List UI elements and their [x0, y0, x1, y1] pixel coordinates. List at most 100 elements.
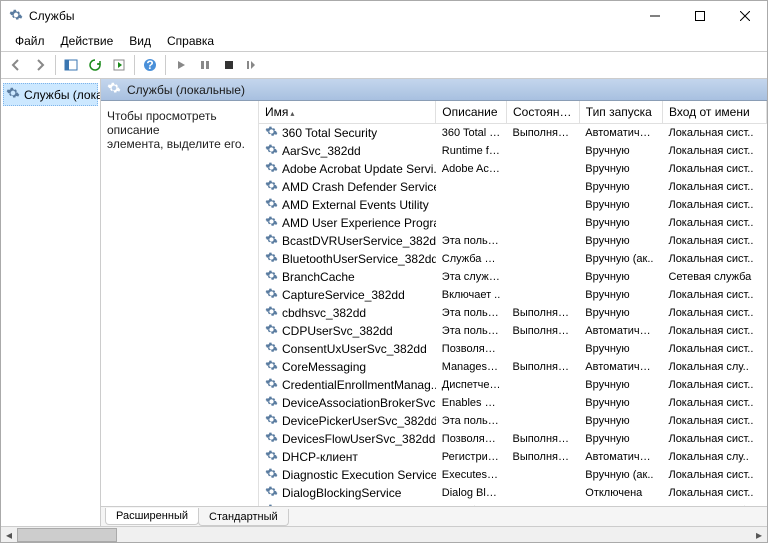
col-logon[interactable]: Вход от имени [662, 101, 766, 124]
refresh-button[interactable] [84, 54, 106, 76]
table-row[interactable]: CredentialEnrollmentManag..Диспетчер..Вр… [259, 376, 767, 394]
col-name[interactable]: Имя▴ [259, 101, 436, 124]
restart-button[interactable] [242, 54, 264, 76]
service-logon: Локальная сист.. [662, 160, 766, 178]
service-desc [436, 178, 507, 196]
help-button[interactable]: ? [139, 54, 161, 76]
service-startup: Вручную [579, 394, 662, 412]
stop-button[interactable] [218, 54, 240, 76]
service-name: AMD External Events Utility [282, 198, 429, 212]
tree-root-label: Службы (локальн [24, 88, 101, 102]
service-name: AMD User Experience Progra.. [282, 216, 436, 230]
sort-asc-icon: ▴ [290, 109, 294, 118]
table-row[interactable]: AMD External Events UtilityВручнуюЛокаль… [259, 196, 767, 214]
services-list[interactable]: Имя▴ Описание Состояние Тип запуска Вход… [259, 101, 767, 506]
service-name: CredentialEnrollmentManag.. [282, 378, 436, 392]
table-row[interactable]: CaptureService_382ddВключает ..ВручнуюЛо… [259, 286, 767, 304]
table-row[interactable]: BluetoothUserService_382ddСлужба по..Вру… [259, 250, 767, 268]
view-tabs: Расширенный Стандартный [101, 506, 767, 526]
scroll-left-icon[interactable]: ◂ [1, 527, 17, 543]
service-startup: Автоматичес.. [579, 358, 662, 376]
service-logon: Локальная сист.. [662, 484, 766, 502]
gear-icon [265, 215, 278, 231]
export-button[interactable] [108, 54, 130, 76]
pause-button[interactable] [194, 54, 216, 76]
table-row[interactable]: 360 Total Security360 Total S..Выполняет… [259, 124, 767, 143]
tree-root-item[interactable]: Службы (локальн [3, 83, 98, 106]
show-hide-button[interactable] [60, 54, 82, 76]
gear-icon [265, 377, 278, 393]
col-desc[interactable]: Описание [436, 101, 507, 124]
maximize-button[interactable] [677, 1, 722, 31]
service-desc: Executes di.. [436, 466, 507, 484]
forward-button[interactable] [29, 54, 51, 76]
service-name: BranchCache [282, 270, 355, 284]
scroll-thumb[interactable] [17, 528, 117, 542]
service-desc: Служба по.. [436, 250, 507, 268]
service-logon: Локальная сист.. [662, 430, 766, 448]
service-name: 360 Total Security [282, 126, 377, 140]
service-desc: Эта пользо.. [436, 304, 507, 322]
service-name: DevicesFlowUserSvc_382dd [282, 432, 435, 446]
service-startup: Вручную [579, 304, 662, 322]
table-row[interactable]: Adobe Acrobat Update Servi..Adobe Acro..… [259, 160, 767, 178]
gear-icon [265, 179, 278, 195]
service-logon: Локальная сист.. [662, 466, 766, 484]
gear-icon [265, 467, 278, 483]
service-status [506, 214, 579, 232]
service-startup: Вручную [579, 340, 662, 358]
table-row[interactable]: CoreMessagingManages c..ВыполняетсяАвтом… [259, 358, 767, 376]
service-desc: Включает .. [436, 286, 507, 304]
table-row[interactable]: BranchCacheЭта служба..ВручнуюСетевая сл… [259, 268, 767, 286]
service-desc: Позволяет .. [436, 430, 507, 448]
service-name: DevicePickerUserSvc_382dd [282, 414, 436, 428]
table-row[interactable]: DHCP-клиентРегистриру..ВыполняетсяАвтома… [259, 448, 767, 466]
description-pane: Чтобы просмотреть описание элемента, выд… [101, 101, 259, 506]
table-row[interactable]: DevicesFlowUserSvc_382ddПозволяет ..Выпо… [259, 430, 767, 448]
gear-icon [265, 341, 278, 357]
description-line2: элемента, выделите его. [107, 137, 252, 151]
col-status[interactable]: Состояние [506, 101, 579, 124]
tab-standard[interactable]: Стандартный [198, 509, 289, 526]
col-startup[interactable]: Тип запуска [579, 101, 662, 124]
menu-action[interactable]: Действие [55, 32, 120, 50]
table-row[interactable]: CDPUserSvc_382ddЭта пользо..ВыполняетсяА… [259, 322, 767, 340]
start-button[interactable] [170, 54, 192, 76]
service-logon: Локальная слу.. [662, 358, 766, 376]
service-desc [436, 196, 507, 214]
service-status [506, 466, 579, 484]
tab-extended[interactable]: Расширенный [105, 508, 199, 525]
table-row[interactable]: Diagnostic Execution ServiceExecutes di.… [259, 466, 767, 484]
service-startup: Вручную [579, 178, 662, 196]
service-startup: Вручную [579, 430, 662, 448]
service-status: Выполняется [506, 304, 579, 322]
table-row[interactable]: DevicePickerUserSvc_382ddЭта пользо..Вру… [259, 412, 767, 430]
service-name: Diagnostic Execution Service [282, 468, 436, 482]
scroll-right-icon[interactable]: ▸ [751, 527, 767, 543]
table-row[interactable]: AarSvc_382ddRuntime fo..ВручнуюЛокальная… [259, 142, 767, 160]
table-row[interactable]: AMD User Experience Progra..ВручнуюЛокал… [259, 214, 767, 232]
service-startup: Вручную [579, 412, 662, 430]
service-desc: Эта служба.. [436, 268, 507, 286]
table-row[interactable]: AMD Crash Defender ServiceВручнуюЛокальн… [259, 178, 767, 196]
gear-icon [265, 197, 278, 213]
table-row[interactable]: ConsentUxUserSvc_382ddПозволяет ..Вручну… [259, 340, 767, 358]
service-status [506, 178, 579, 196]
table-row[interactable]: DialogBlockingServiceDialog Bloc..Отключ… [259, 484, 767, 502]
service-desc: Диспетчер.. [436, 376, 507, 394]
close-button[interactable] [722, 1, 767, 31]
service-name: CaptureService_382dd [282, 288, 405, 302]
service-status [506, 394, 579, 412]
menu-file[interactable]: Файл [9, 32, 51, 50]
table-row[interactable]: BcastDVRUserService_382ddЭта пользо..Вру… [259, 232, 767, 250]
table-row[interactable]: DeviceAssociationBrokerSvc..Enables ap..… [259, 394, 767, 412]
menu-view[interactable]: Вид [123, 32, 157, 50]
gear-icon [265, 125, 278, 141]
horizontal-scrollbar[interactable]: ◂ ▸ [1, 526, 767, 542]
table-row[interactable]: cbdhsvc_382ddЭта пользо..ВыполняетсяВруч… [259, 304, 767, 322]
service-startup: Вручную [579, 160, 662, 178]
menu-help[interactable]: Справка [161, 32, 220, 50]
back-button[interactable] [5, 54, 27, 76]
gear-icon [265, 161, 278, 177]
minimize-button[interactable] [632, 1, 677, 31]
